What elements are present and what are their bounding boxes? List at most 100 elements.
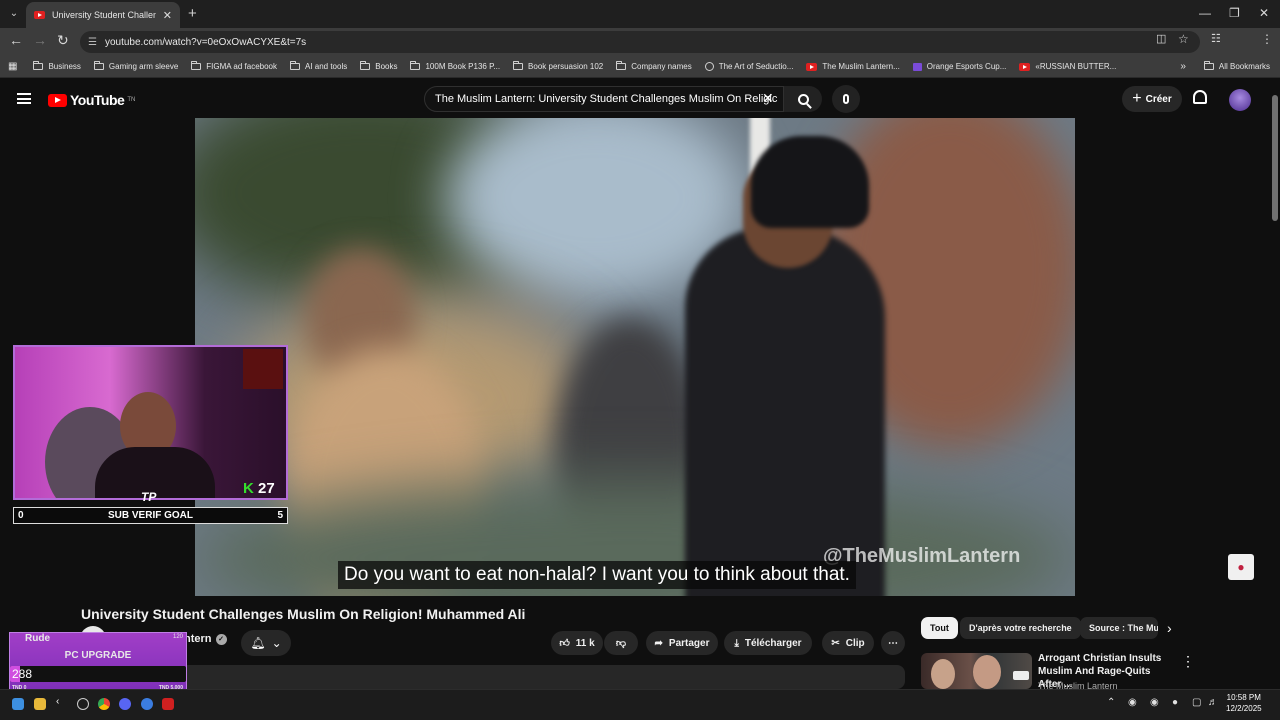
more-actions-button[interactable]: ⋯ [881, 631, 905, 655]
youtube-logo[interactable]: YouTube TN [48, 92, 135, 108]
folder-icon [93, 61, 104, 70]
bookmark-item[interactable]: Business [33, 61, 81, 71]
menu-icon[interactable] [17, 93, 31, 104]
bookmark-item[interactable]: The Muslim Lantern... [806, 62, 900, 71]
browser-toolbar: ← → ↻ ☰ youtube.com/watch?v=0eOxOwACYXE&… [0, 28, 1280, 75]
like-button[interactable]: 👍︎ 11 k [551, 631, 603, 655]
bookmark-item[interactable]: AI and tools [289, 61, 347, 71]
new-tab-icon[interactable]: + [188, 5, 197, 22]
bookmark-item[interactable]: «RUSSIAN BUTTER... [1019, 62, 1116, 71]
all-bookmarks-button[interactable]: All Bookmarks [1203, 61, 1270, 71]
create-button[interactable]: + Créer [1122, 86, 1182, 112]
related-video-menu-icon[interactable]: ⋮ [1181, 653, 1195, 670]
subscribed-button[interactable]: 🔔︎ ⌄ [241, 630, 291, 656]
tray-overflow-icon[interactable]: ⌃ [1107, 697, 1115, 708]
voice-search-button[interactable] [832, 85, 860, 113]
related-video-thumbnail[interactable] [921, 653, 1032, 689]
discord-icon[interactable] [119, 698, 131, 710]
channel-name[interactable]: ntern [184, 633, 212, 645]
extension-icon[interactable]: ● [1228, 554, 1254, 580]
streamer-logo: TP [141, 490, 157, 504]
bookmark-item[interactable]: FIGMA ad facebook [191, 61, 277, 71]
thumbs-up-icon: 👍︎ [559, 638, 570, 649]
install-app-icon[interactable]: ◫ [1156, 32, 1166, 45]
back-icon[interactable]: ← [9, 32, 23, 48]
bookmark-item[interactable]: Book persuasion 102 [513, 61, 603, 71]
notifications-bell-icon[interactable] [1193, 90, 1207, 104]
description-box[interactable] [80, 665, 905, 689]
game-app-icon[interactable] [162, 698, 174, 710]
goal-start: 0 [18, 510, 24, 521]
windows-start-icon[interactable] [12, 698, 24, 710]
search-icon [797, 93, 809, 105]
account-avatar[interactable] [1229, 89, 1251, 111]
bookmark-star-icon[interactable]: ☆ [1178, 32, 1189, 46]
plus-icon: + [1132, 90, 1142, 107]
microphone-icon [843, 94, 849, 104]
sub-goal-bar: 0 SUB VERIF GOAL 5 [13, 507, 288, 524]
forward-icon[interactable]: → [33, 32, 47, 48]
bookmark-item[interactable]: The Art of Seductio... [704, 62, 793, 71]
browser-menu-icon[interactable]: ⋮ [1261, 32, 1273, 46]
upgrade-label: PC UPGRADE [64, 650, 132, 661]
upgrade-progress-bar: 288 [10, 666, 186, 682]
url-text: youtube.com/watch?v=0eOxOwACYXE&t=7s [104, 36, 307, 48]
chip-all[interactable]: Tout [921, 617, 958, 639]
security-icon[interactable]: ◉ [1128, 697, 1137, 708]
volume-icon[interactable]: ♬ [1208, 697, 1218, 708]
chevron-right-icon[interactable]: › [1167, 620, 1172, 636]
download-icon: ⤓ [734, 637, 739, 649]
bookmark-item[interactable]: 100M Book P136 P... [410, 61, 500, 71]
youtube-favicon-icon [34, 11, 45, 19]
chip-source[interactable]: Source : The Mu [1080, 617, 1158, 639]
address-bar[interactable]: ☰ youtube.com/watch?v=0eOxOwACYXE&t=7s [80, 31, 1200, 53]
kill-counter: K 27 [243, 480, 275, 497]
folder-icon [191, 61, 202, 70]
file-explorer-icon[interactable] [34, 698, 46, 710]
donor-name: Rude [25, 633, 50, 644]
chrome-icon[interactable] [98, 698, 110, 710]
share-icon: ➦ [654, 637, 663, 649]
chip-related-search[interactable]: D'après votre recherche [960, 617, 1081, 639]
tab-title: University Student Challenges Mus [52, 10, 156, 20]
video-player[interactable]: @TheMuslimLantern [195, 118, 1075, 596]
scrollbar-thumb[interactable] [1272, 95, 1278, 221]
browser-tab-active[interactable]: University Student Challenges Mus ✕ [26, 2, 180, 28]
bookmark-item[interactable]: Company names [616, 61, 692, 71]
network-icon[interactable]: ▢ [1192, 697, 1201, 708]
clip-button[interactable]: ✂ Clip [822, 631, 874, 655]
system-clock[interactable]: 10:58 PM 12/2/2025 [1226, 692, 1262, 714]
clear-search-icon[interactable]: ✕ [762, 90, 774, 107]
microphone-tray-icon[interactable]: ● [1172, 697, 1178, 708]
app-icon[interactable] [141, 698, 153, 710]
browser-tab-strip: ⌄ University Student Challenges Mus ✕ + … [0, 0, 1280, 28]
discord-tray-icon[interactable]: ◉ [1150, 697, 1159, 708]
video-title: University Student Challenges Muslim On … [81, 606, 526, 622]
reload-icon[interactable]: ↻ [57, 32, 69, 49]
back-arrow-icon[interactable]: ‹ [56, 696, 68, 708]
folder-icon [360, 61, 371, 70]
minimize-icon[interactable]: — [1199, 6, 1211, 20]
apps-grid-icon[interactable]: ▦ [8, 61, 17, 72]
search-button[interactable] [784, 86, 822, 112]
bookmark-item[interactable]: Books [360, 61, 397, 71]
youtube-icon [1019, 62, 1031, 71]
list-icon [912, 62, 922, 71]
site-info-icon[interactable]: ☰ [88, 37, 97, 48]
restore-icon[interactable]: ❐ [1229, 6, 1240, 20]
more-bookmarks-icon[interactable]: » [1180, 61, 1186, 72]
bookmark-item[interactable]: Gaming arm sleeve [93, 61, 178, 71]
steam-icon[interactable] [77, 698, 89, 710]
bookmark-item[interactable]: Orange Esports Cup... [912, 62, 1006, 71]
tab-close-icon[interactable]: ✕ [163, 9, 172, 22]
share-button[interactable]: ➦ Partager [646, 631, 718, 655]
more-horizontal-icon: ⋯ [888, 637, 898, 649]
download-button[interactable]: ⤓ Télécharger [724, 631, 812, 655]
tab-search-icon[interactable]: ⌄ [6, 5, 22, 21]
reading-list-icon[interactable]: ☷ [1211, 32, 1221, 45]
search-input[interactable]: The Muslim Lantern: University Student C… [424, 86, 784, 112]
verified-icon: ✓ [215, 633, 227, 645]
dislike-button[interactable]: 👎︎ [604, 631, 638, 655]
close-window-icon[interactable]: ✕ [1259, 6, 1269, 20]
folder-icon [410, 61, 421, 70]
